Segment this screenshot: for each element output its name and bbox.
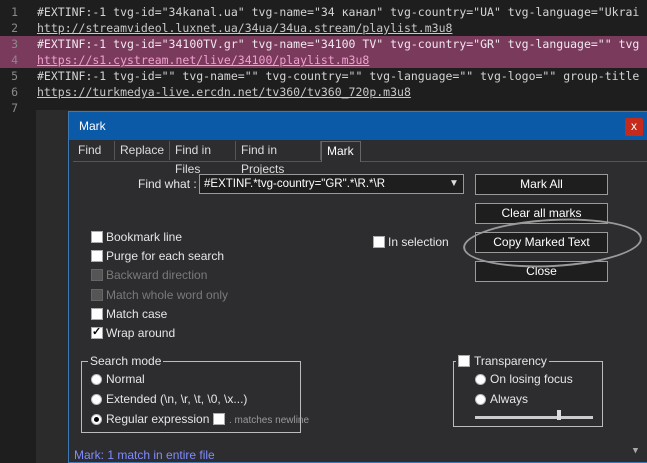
- line-text: #EXTINF:-1 tvg-id="34100TV.gr" tvg-name=…: [37, 37, 640, 51]
- match-case-checkbox[interactable]: [91, 308, 103, 320]
- editor-line[interactable]: 3 #EXTINF:-1 tvg-id="34100TV.gr" tvg-name…: [0, 36, 647, 52]
- tab-find[interactable]: Find: [73, 141, 115, 160]
- in-selection-label: In selection: [388, 235, 449, 249]
- editor-line[interactable]: 6 https://turkmedya-live.ercdn.net/tv360/…: [0, 84, 647, 100]
- tab-bar: Find Replace Find in Files Find in Proje…: [73, 141, 647, 176]
- chevron-down-icon[interactable]: ▼: [447, 177, 461, 191]
- bookmark-line-label: Bookmark line: [106, 230, 183, 244]
- on-losing-focus-radio[interactable]: [475, 374, 486, 385]
- find-what-value: #EXTINF.*tvg-country="GR".*\R.*\R: [204, 178, 386, 190]
- copy-marked-text-button[interactable]: Copy Marked Text: [475, 232, 608, 253]
- line-number: 1: [11, 5, 18, 19]
- regex-label: Regular expression: [106, 412, 210, 426]
- line-number: 2: [11, 21, 18, 35]
- whole-word-checkbox: [91, 289, 103, 301]
- editor-line[interactable]: 4 https://s1.cystream.net/live/34100/play…: [0, 52, 647, 68]
- tab-find-in-files[interactable]: Find in Files: [170, 141, 236, 176]
- always-label: Always: [490, 392, 529, 406]
- line-url[interactable]: https://s1.cystream.net/live/34100/playl…: [37, 52, 369, 68]
- dialog-titlebar[interactable]: Mark x: [69, 112, 647, 140]
- transparency-title: Transparency: [456, 354, 549, 368]
- regex-radio[interactable]: [91, 414, 102, 425]
- search-mode-title: Search mode: [88, 354, 164, 368]
- backward-direction-label: Backward direction: [106, 268, 208, 282]
- editor-line[interactable]: 2 http://streamvideol.luxnet.ua/34ua/34ua…: [0, 20, 647, 36]
- mark-all-button[interactable]: Mark All: [475, 174, 608, 195]
- tab-replace[interactable]: Replace: [115, 141, 170, 160]
- in-selection-checkbox[interactable]: [373, 236, 385, 248]
- tab-find-in-projects[interactable]: Find in Projects: [236, 141, 321, 176]
- matches-newline-label: . matches newline: [229, 415, 310, 426]
- close-button[interactable]: Close: [475, 261, 608, 282]
- line-number: 3: [11, 37, 18, 51]
- transparency-slider-thumb[interactable]: [557, 410, 561, 420]
- status-message: Mark: 1 match in entire file: [74, 448, 215, 462]
- mark-dialog: Mark x Find Replace Find in Files Find i…: [68, 111, 647, 463]
- wrap-around-label: Wrap around: [106, 326, 176, 340]
- purge-checkbox[interactable]: [91, 250, 103, 262]
- purge-label: Purge for each search: [106, 249, 225, 263]
- line-number: 7: [11, 101, 18, 115]
- scroll-down-icon[interactable]: ▼: [628, 446, 643, 460]
- line-number: 5: [11, 69, 18, 83]
- whole-word-label: Match whole word only: [106, 288, 229, 302]
- close-icon[interactable]: x: [625, 118, 643, 136]
- backward-direction-checkbox: [91, 269, 103, 281]
- extended-radio[interactable]: [91, 394, 102, 405]
- editor-line[interactable]: 1 #EXTINF:-1 tvg-id="34kanal.ua" tvg-name…: [0, 4, 647, 20]
- line-number: 4: [11, 53, 18, 67]
- normal-radio[interactable]: [91, 374, 102, 385]
- transparency-slider-track[interactable]: [475, 416, 593, 419]
- dialog-title: Mark: [79, 119, 106, 133]
- tab-mark[interactable]: Mark: [321, 141, 361, 162]
- bookmark-line-checkbox[interactable]: [91, 231, 103, 243]
- find-what-input[interactable]: #EXTINF.*tvg-country="GR".*\R.*\R ▼: [199, 174, 464, 194]
- on-losing-focus-label: On losing focus: [490, 372, 573, 386]
- match-case-label: Match case: [106, 307, 168, 321]
- extended-label: Extended (\n, \r, \t, \0, \x...): [106, 392, 248, 406]
- transparency-label: Transparency: [474, 354, 547, 368]
- line-url[interactable]: https://turkmedya-live.ercdn.net/tv360/t…: [37, 84, 411, 100]
- wrap-around-checkbox[interactable]: [91, 325, 103, 339]
- line-number: 6: [11, 85, 18, 99]
- matches-newline-checkbox[interactable]: [213, 413, 225, 425]
- line-url[interactable]: http://streamvideol.luxnet.ua/34ua/34ua.…: [37, 20, 452, 36]
- transparency-checkbox[interactable]: [458, 355, 470, 367]
- normal-label: Normal: [106, 372, 145, 386]
- clear-all-marks-button[interactable]: Clear all marks: [475, 203, 608, 224]
- editor-line[interactable]: 5 #EXTINF:-1 tvg-id="" tvg-name="" tvg-co…: [0, 68, 647, 84]
- always-radio[interactable]: [475, 394, 486, 405]
- line-text: #EXTINF:-1 tvg-id="" tvg-name="" tvg-cou…: [37, 69, 640, 83]
- find-what-label: Find what :: [138, 177, 197, 191]
- line-text: #EXTINF:-1 tvg-id="34kanal.ua" tvg-name=…: [37, 5, 640, 19]
- search-mode-group: Search mode Normal Extended (\n, \r, \t,…: [81, 354, 309, 433]
